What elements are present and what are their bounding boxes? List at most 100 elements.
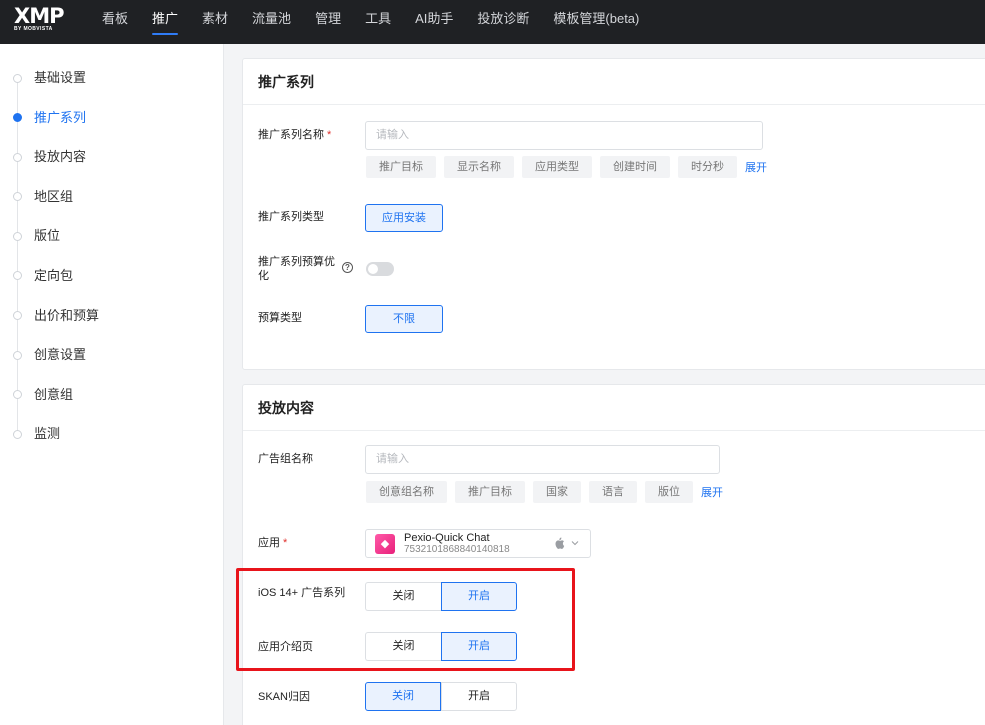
help-circle-icon[interactable]: ?	[342, 262, 353, 273]
nav-item-tools[interactable]: 工具	[353, 0, 403, 44]
app-id: 7532101868840140818	[404, 544, 510, 555]
budget-type-unlimited[interactable]: 不限	[365, 305, 443, 333]
app-label: 应用 *	[258, 536, 287, 550]
step-label: 出价和预算	[34, 307, 100, 323]
step-list: 基础设置 推广系列 投放内容 地区组 版位 定向包 出价和预算 创意设置 创意组…	[0, 58, 224, 454]
app-logo-icon: ◆	[375, 534, 395, 554]
step-dot	[13, 192, 22, 202]
app-name: Pexio-Quick Chat	[404, 532, 490, 544]
nav-item-dashboard[interactable]: 看板	[90, 0, 140, 44]
tag-country[interactable]: 国家	[533, 481, 581, 503]
label-text: 推广系列名称	[258, 129, 324, 141]
step-placement[interactable]: 版位	[0, 216, 224, 256]
step-bid-budget[interactable]: 出价和预算	[0, 296, 224, 336]
toggle-knob	[368, 264, 378, 274]
top-nav-bar: XMP BY MOBVISTA 看板 推广 素材 流量池 管理 工具 AI助手 …	[0, 0, 985, 44]
step-dot	[13, 429, 22, 439]
skan-attribution-switch: 关闭 开启	[365, 682, 517, 711]
skan-on-option[interactable]: 开启	[441, 682, 517, 711]
apple-icon	[555, 537, 565, 549]
adgroup-name-input[interactable]: 请输入	[365, 445, 720, 474]
required-mark: *	[283, 537, 288, 549]
step-dot	[13, 271, 22, 281]
budget-optimization-toggle[interactable]	[366, 262, 394, 276]
label-text: 应用	[258, 537, 280, 549]
campaign-card: 推广系列 推广系列名称 * 请输入 推广目标 显示名称 应用类型 创建时间 时分秒…	[242, 58, 985, 370]
campaign-name-label: 推广系列名称 *	[258, 128, 331, 142]
campaign-budget-opt-label: 推广系列预算优化	[258, 255, 343, 283]
required-mark: *	[327, 129, 332, 141]
delivery-content-card-title: 投放内容	[243, 385, 985, 431]
xmp-logo[interactable]: XMP BY MOBVISTA	[14, 4, 64, 36]
app-select[interactable]: ◆ Pexio-Quick Chat 7532101868840140818	[365, 529, 591, 558]
nav-item-diagnosis[interactable]: 投放诊断	[465, 0, 541, 44]
step-region-group[interactable]: 地区组	[0, 177, 224, 217]
step-targeting-package[interactable]: 定向包	[0, 256, 224, 296]
nav-item-traffic-pool[interactable]: 流量池	[240, 0, 303, 44]
step-label: 地区组	[34, 188, 74, 204]
campaign-name-tags: 推广目标 显示名称 应用类型 创建时间 时分秒 展开	[366, 156, 767, 178]
step-dot	[13, 311, 22, 321]
step-label: 监测	[34, 426, 61, 442]
campaign-card-title: 推广系列	[243, 59, 985, 105]
tag-placement[interactable]: 版位	[645, 481, 693, 503]
step-dot-active	[13, 113, 22, 123]
campaign-type-app-install[interactable]: 应用安装	[365, 204, 443, 232]
step-label: 投放内容	[34, 149, 87, 165]
ios14-on-option[interactable]: 开启	[441, 582, 517, 611]
step-monitoring[interactable]: 监测	[0, 414, 224, 454]
step-sidebar: 基础设置 推广系列 投放内容 地区组 版位 定向包 出价和预算 创意设置 创意组…	[0, 44, 224, 725]
nav-item-assets[interactable]: 素材	[190, 0, 240, 44]
campaign-name-input[interactable]: 请输入	[365, 121, 763, 150]
expand-link[interactable]: 展开	[701, 484, 723, 500]
step-label: 基础设置	[34, 70, 87, 85]
nav-item-ai-assistant[interactable]: AI助手	[403, 0, 465, 44]
step-delivery-content[interactable]: 投放内容	[0, 137, 224, 177]
expand-link[interactable]: 展开	[745, 159, 767, 175]
step-creative-group[interactable]: 创意组	[0, 375, 224, 415]
campaign-type-label: 推广系列类型	[258, 211, 324, 223]
ios14-campaign-label: iOS 14+ 广告系列	[258, 587, 346, 599]
step-dot	[13, 231, 22, 241]
skan-off-option[interactable]: 关闭	[365, 682, 441, 711]
step-dot	[13, 350, 22, 360]
step-basic-settings[interactable]: 基础设置	[0, 58, 224, 98]
label-text: 化	[258, 270, 269, 282]
logo-text: XMP	[14, 4, 64, 28]
step-label: 创意设置	[34, 347, 87, 363]
nav-item-manage[interactable]: 管理	[303, 0, 353, 44]
label-text: 推广系列预算优	[258, 256, 335, 268]
tag-hms[interactable]: 时分秒	[678, 156, 737, 178]
tag-promotion-goal[interactable]: 推广目标	[455, 481, 525, 503]
logo-subtitle: BY MOBVISTA	[14, 26, 53, 32]
nav-item-template-manage[interactable]: 模板管理(beta)	[541, 0, 651, 44]
step-label: 版位	[34, 228, 61, 244]
step-campaign[interactable]: 推广系列	[0, 98, 224, 138]
chevron-down-icon	[571, 541, 579, 546]
delivery-content-card: 投放内容 广告组名称 请输入 创意组名称 推广目标 国家 语言 版位 展开 应用…	[242, 384, 985, 725]
app-page-label: 应用介绍页	[258, 641, 313, 653]
step-dot	[13, 390, 22, 400]
adgroup-name-label: 广告组名称	[258, 453, 313, 465]
tag-app-type[interactable]: 应用类型	[522, 156, 592, 178]
app-page-switch: 关闭 开启	[365, 632, 517, 661]
nav-item-promotion[interactable]: 推广	[140, 0, 190, 44]
ios14-campaign-switch: 关闭 开启	[365, 582, 517, 611]
step-creative-settings[interactable]: 创意设置	[0, 335, 224, 375]
ios14-off-option[interactable]: 关闭	[365, 582, 441, 611]
tag-create-time[interactable]: 创建时间	[600, 156, 670, 178]
tag-display-name[interactable]: 显示名称	[444, 156, 514, 178]
tag-creative-group-name[interactable]: 创意组名称	[366, 481, 447, 503]
step-dot	[13, 73, 22, 83]
adgroup-name-tags: 创意组名称 推广目标 国家 语言 版位 展开	[366, 481, 723, 503]
step-label: 推广系列	[34, 109, 87, 125]
app-page-off-option[interactable]: 关闭	[365, 632, 441, 661]
skan-attribution-label: SKAN归因	[258, 691, 310, 703]
step-label: 创意组	[34, 386, 74, 402]
step-dot	[13, 152, 22, 162]
app-page-on-option[interactable]: 开启	[441, 632, 517, 661]
budget-type-label: 预算类型	[258, 312, 302, 324]
main-nav: 看板 推广 素材 流量池 管理 工具 AI助手 投放诊断 模板管理(beta)	[90, 0, 651, 44]
tag-language[interactable]: 语言	[589, 481, 637, 503]
tag-promotion-goal[interactable]: 推广目标	[366, 156, 436, 178]
